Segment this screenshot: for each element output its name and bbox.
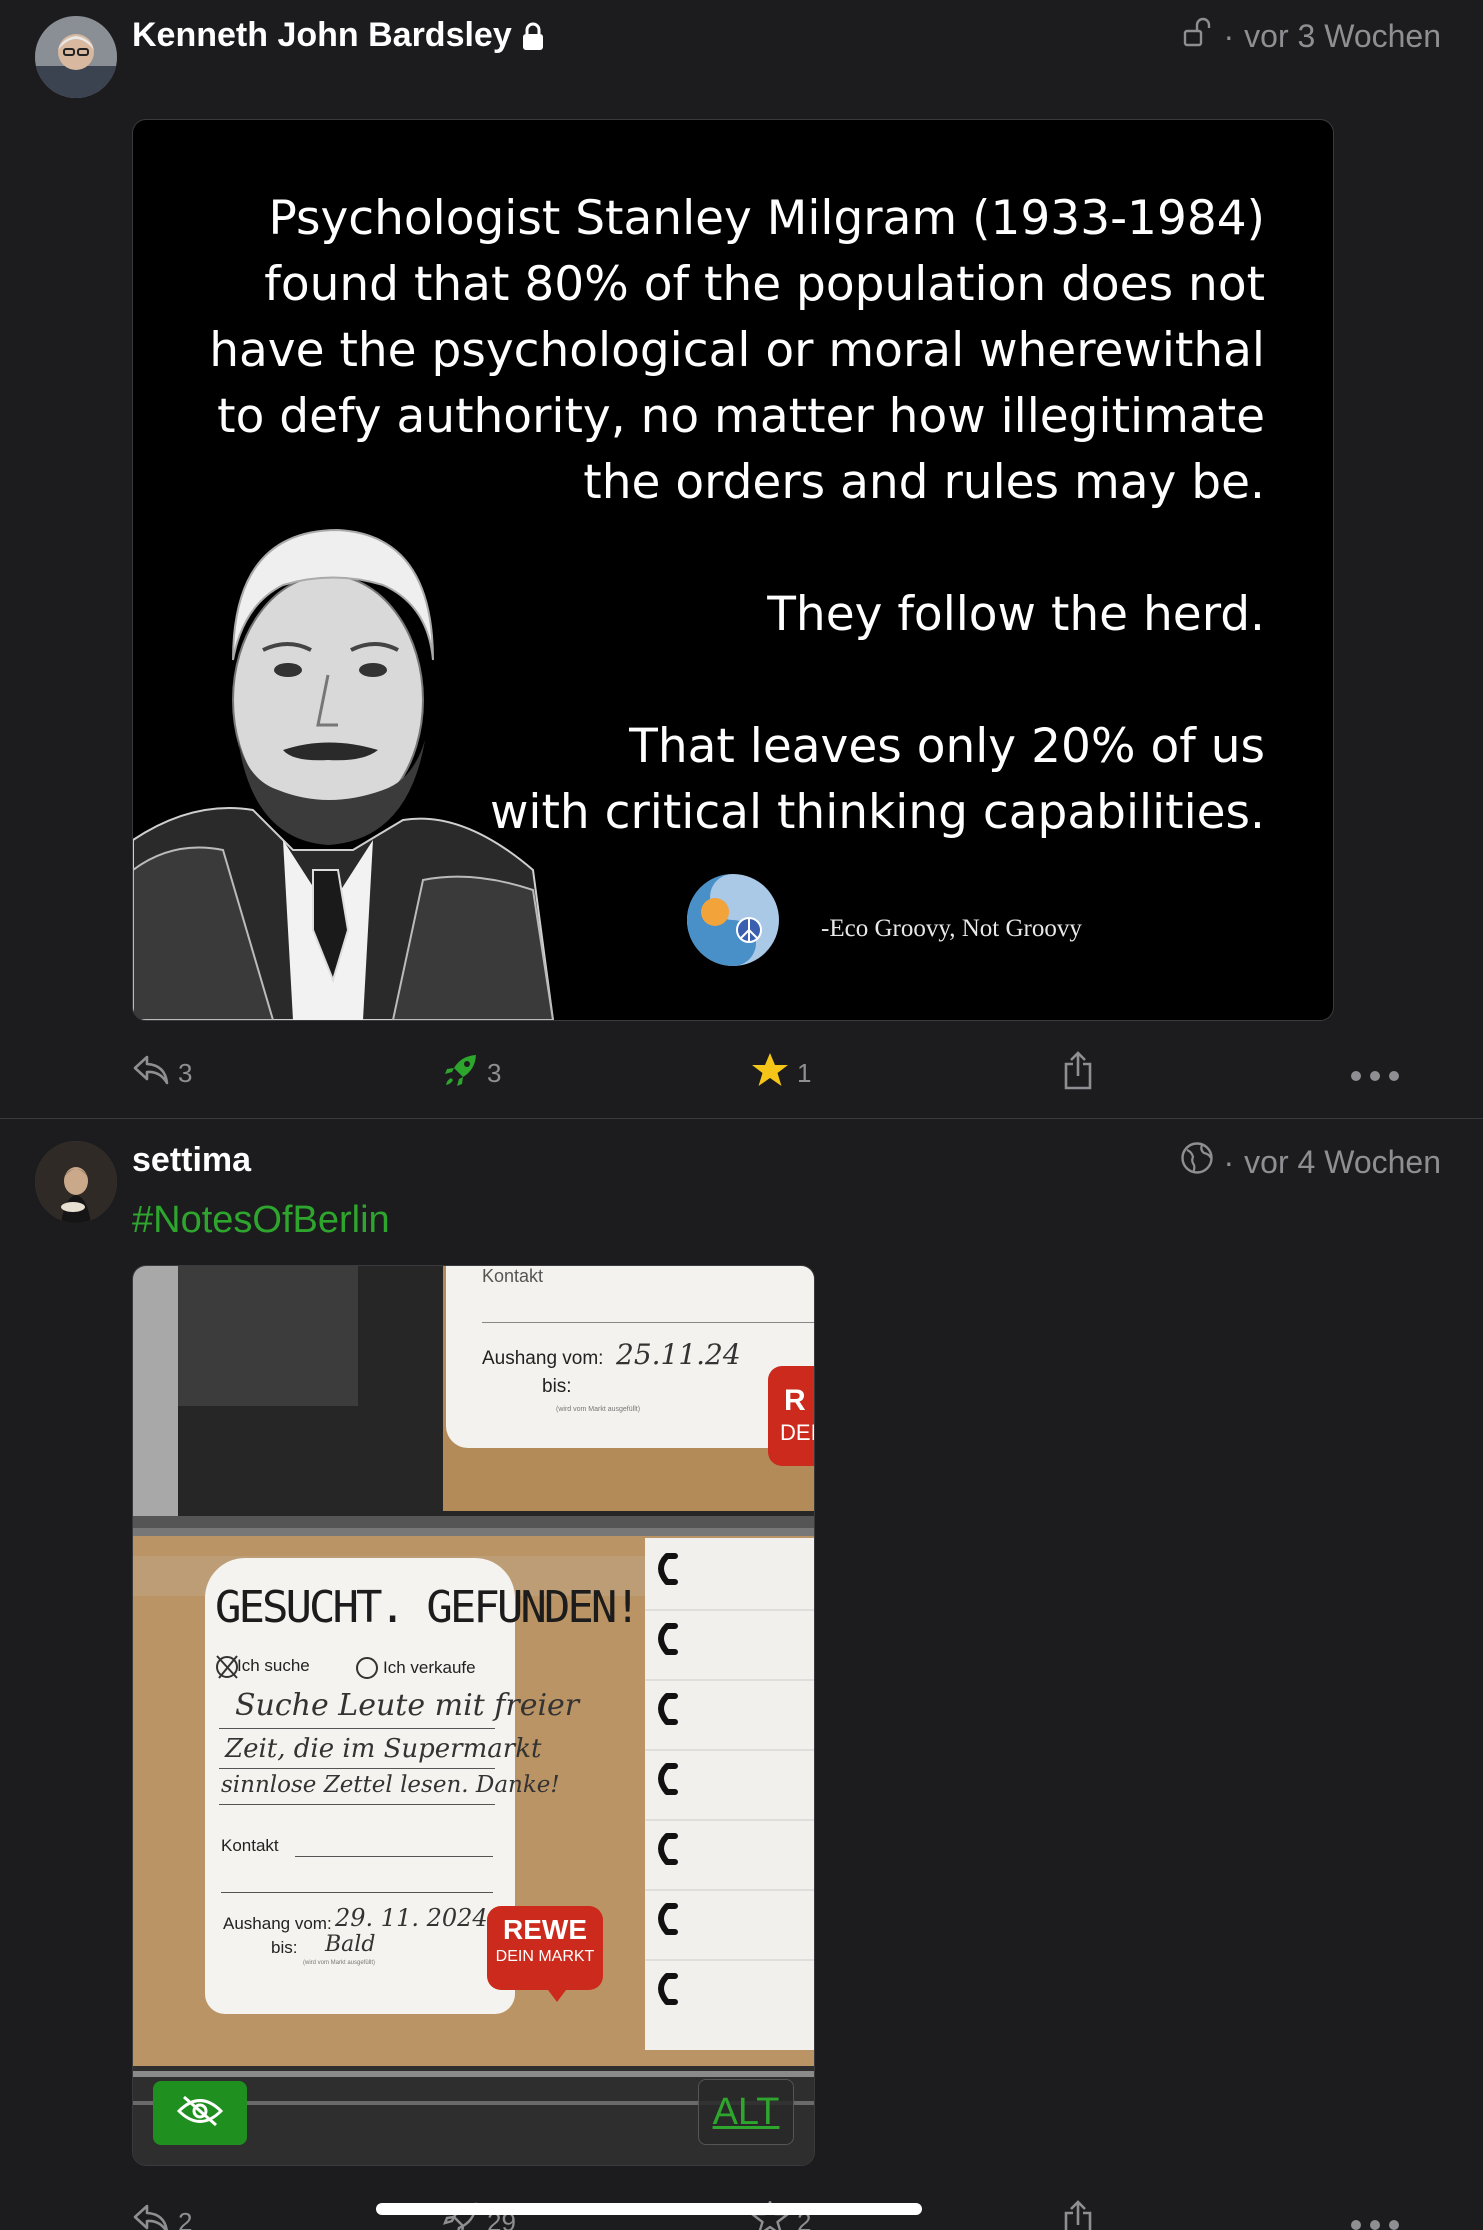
handwritten-line: Suche Leute mit freier xyxy=(235,1688,580,1723)
meta-separator: · xyxy=(1223,1143,1235,1180)
reply-count: 3 xyxy=(178,1057,193,1088)
author-display-name[interactable]: settima xyxy=(132,1141,251,1180)
quote-line: Psychologist Stanley Milgram (1933-1984) xyxy=(268,191,1265,246)
boost-count: 3 xyxy=(487,1057,502,1088)
star-icon xyxy=(751,1052,789,1095)
rewe-logo-subtitle: DEIN MARKT xyxy=(495,1948,595,1965)
lock-icon xyxy=(520,21,546,51)
more-button[interactable] xyxy=(1350,1045,1400,1101)
tear-off-strips xyxy=(645,1538,814,2050)
boost-button[interactable]: 3 xyxy=(443,1045,501,1101)
author-name[interactable]: settima xyxy=(132,1141,251,1180)
favourite-button[interactable]: 1 xyxy=(751,1045,811,1101)
partial-logo: R DEI xyxy=(768,1366,814,1466)
ellipsis-icon xyxy=(1350,1058,1400,1089)
hide-media-button[interactable] xyxy=(153,2081,247,2145)
author-name[interactable]: Kenneth John Bardsley xyxy=(132,16,546,55)
top-note-card: Kontakt Aushang vom: 25.11.24 bis: (wird… xyxy=(446,1266,814,1466)
option-search-label: Ich suche xyxy=(237,1656,310,1675)
bis-value: Bald xyxy=(325,1932,376,1957)
image-credit: -Eco Groovy, Not Groovy xyxy=(821,915,1082,942)
aushang-date: 29. 11. 2024 xyxy=(335,1904,488,1932)
peace-badge-icon xyxy=(687,874,779,966)
hashtag-link[interactable]: #NotesOfBerlin xyxy=(132,1199,390,1242)
top-note-bis-label: bis: xyxy=(542,1376,572,1397)
small-note-text: (wird vom Markt ausgefüllt) xyxy=(303,1960,376,1966)
reply-count: 2 xyxy=(178,2206,193,2230)
aushang-label: Aushang vom: xyxy=(223,1914,332,1933)
share-icon xyxy=(1062,1050,1094,1097)
share-icon xyxy=(1062,2199,1094,2230)
quote-line: found that 80% of the population does no… xyxy=(264,257,1265,312)
quote-line: have the psychological or moral wherewit… xyxy=(209,323,1265,378)
more-button[interactable] xyxy=(1350,2194,1400,2230)
media-attachment[interactable]: Psychologist Stanley Milgram (1933-1984)… xyxy=(132,119,1334,1021)
post-meta: · vor 3 Wochen xyxy=(1182,16,1441,56)
portrait-illustration xyxy=(133,528,555,1020)
meta-separator: · xyxy=(1223,17,1235,54)
avatar[interactable] xyxy=(35,16,117,98)
reply-button[interactable]: 3 xyxy=(132,1045,192,1101)
handwritten-line: sinnlose Zettel lesen. Danke! xyxy=(221,1772,560,1798)
unlocked-icon xyxy=(1182,16,1214,56)
partial-logo-subtext: DEI xyxy=(780,1420,815,1445)
action-bar: 3 3 1 xyxy=(132,1045,1412,1101)
phone-icons xyxy=(645,1553,814,2005)
eye-slash-icon xyxy=(176,2094,224,2133)
post-time[interactable]: vor 3 Wochen xyxy=(1244,18,1441,55)
alt-text-button[interactable]: ALT xyxy=(698,2079,794,2145)
main-note-card: GESUCHT. GEFUNDEN! Ich suche Ich verkauf… xyxy=(205,1558,641,2014)
share-button[interactable] xyxy=(1062,1045,1094,1101)
top-note-small-text: (wird vom Markt ausgefüllt) xyxy=(556,1406,641,1413)
top-note-kontakt-label: Kontakt xyxy=(482,1266,544,1286)
kontakt-label: Kontakt xyxy=(221,1836,279,1855)
reply-icon xyxy=(132,1053,170,1094)
quote-line: the orders and rules may be. xyxy=(583,455,1265,510)
partial-logo-text: R xyxy=(784,1384,806,1417)
quote-line: to defy authority, no matter how illegit… xyxy=(217,389,1265,444)
option-sell-label: Ich verkaufe xyxy=(383,1658,476,1677)
top-note-date: 25.11.24 xyxy=(616,1338,741,1371)
post-divider xyxy=(0,1118,1483,1119)
author-display-name[interactable]: Kenneth John Bardsley xyxy=(132,16,512,55)
unchecked-circle-icon xyxy=(356,1657,378,1679)
reply-button[interactable]: 2 xyxy=(132,2194,192,2230)
rewe-logo-title: REWE xyxy=(503,1914,587,1945)
bis-label: bis: xyxy=(271,1938,298,1957)
top-note-aushang-label: Aushang vom: xyxy=(482,1348,604,1369)
post-time[interactable]: vor 4 Wochen xyxy=(1244,1144,1441,1181)
rewe-logo: REWE DEIN MARKT xyxy=(487,1906,603,1990)
globe-icon xyxy=(1180,1141,1214,1183)
share-button[interactable] xyxy=(1062,2194,1094,2230)
favourite-count: 1 xyxy=(797,1057,812,1088)
ellipsis-icon xyxy=(1350,2207,1400,2230)
handwritten-line: Zeit, die im Supermarkt xyxy=(225,1734,542,1764)
reply-icon xyxy=(132,2202,170,2230)
note-title: GESUCHT. GEFUNDEN! xyxy=(215,1582,641,1633)
rocket-icon xyxy=(443,1052,479,1095)
post-meta: · vor 4 Wochen xyxy=(1180,1141,1441,1183)
media-attachment[interactable]: Kontakt Aushang vom: 25.11.24 bis: (wird… xyxy=(132,1265,815,2166)
avatar[interactable] xyxy=(35,1141,117,1223)
home-indicator xyxy=(376,2203,922,2215)
status-post: Kenneth John Bardsley · vor 3 Wochen Psy… xyxy=(0,0,1483,1118)
